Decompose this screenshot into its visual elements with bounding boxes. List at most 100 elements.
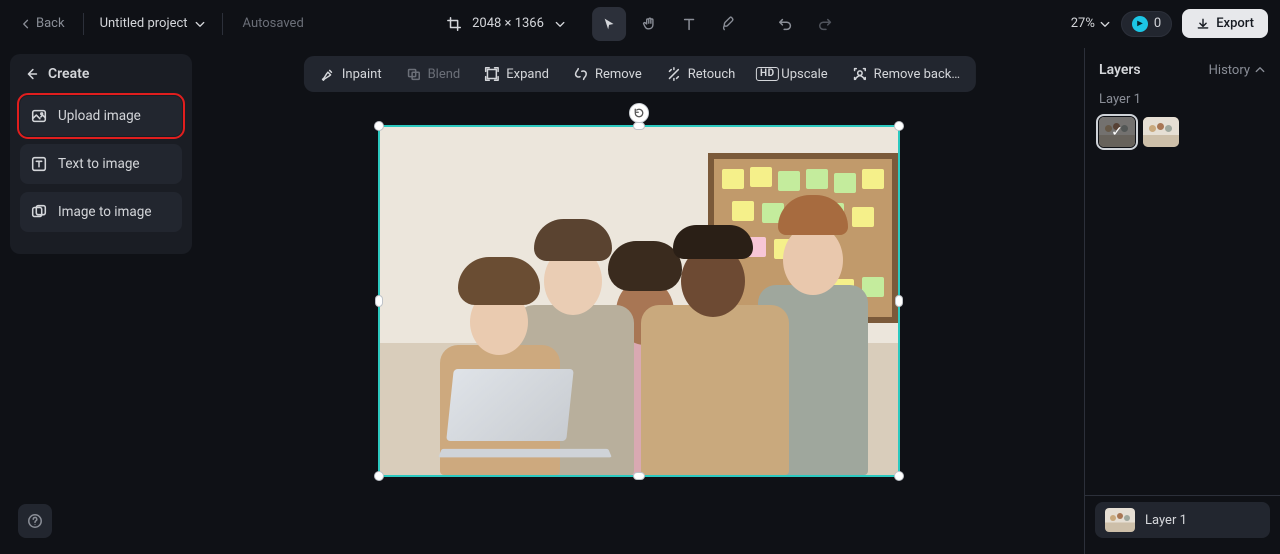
action-toolbar: Inpaint Blend Expand Remove Retouch HD U… (304, 56, 976, 92)
remove-bg-icon (852, 66, 868, 82)
resize-handle-sw[interactable] (374, 471, 384, 481)
variant-thumb-selected[interactable]: ✓ (1099, 117, 1135, 147)
redo-button[interactable] (808, 7, 842, 41)
undo-button[interactable] (768, 7, 802, 41)
topbar-center: 2048 × 1366 (438, 7, 842, 41)
resize-handle-n[interactable] (633, 122, 645, 130)
layers-title: Layers (1099, 62, 1141, 78)
action-remove[interactable]: Remove (563, 60, 652, 88)
redo-icon (817, 16, 833, 32)
create-sidebar: Create Upload image Text to image Image … (10, 54, 192, 254)
topbar-left: Back Untitled project Autosaved (12, 12, 304, 35)
image-to-image-icon (30, 203, 48, 221)
project-name-dropdown[interactable]: Untitled project (94, 12, 212, 35)
resize-handle-e[interactable] (895, 295, 903, 307)
topbar-right: 27% ▸ 0 Export (1071, 9, 1268, 38)
action-expand[interactable]: Expand (474, 60, 559, 88)
help-button[interactable] (18, 504, 52, 538)
action-inpaint[interactable]: Inpaint (310, 60, 392, 88)
chevron-down-icon (194, 18, 206, 30)
back-button[interactable]: Back (12, 12, 73, 35)
sidebar-item-label: Text to image (58, 156, 140, 172)
hand-tool[interactable] (632, 7, 666, 41)
sidebar-item-text-to-image[interactable]: Text to image (20, 144, 182, 184)
chevron-down-icon (1099, 18, 1111, 30)
undo-icon (777, 16, 793, 32)
download-icon (1196, 17, 1210, 31)
action-upscale[interactable]: HD Upscale (749, 60, 837, 88)
divider (83, 13, 84, 35)
check-icon: ✓ (1099, 117, 1135, 147)
rotate-icon (633, 107, 645, 119)
hand-icon (641, 16, 657, 32)
action-retouch[interactable]: Retouch (656, 60, 746, 88)
canvas-dimensions-dropdown[interactable]: 2048 × 1366 (438, 12, 574, 36)
sidebar-item-upload-image[interactable]: Upload image (20, 96, 182, 136)
layer-row[interactable]: Layer 1 (1095, 502, 1270, 538)
inpaint-icon (320, 66, 336, 82)
rotate-handle[interactable] (629, 103, 649, 123)
action-blend: Blend (396, 60, 471, 88)
history-toggle[interactable]: History (1209, 63, 1266, 78)
pointer-icon (601, 16, 617, 32)
tool-group (592, 7, 842, 41)
layers-panel: Layers History Layer 1 ✓ (1084, 48, 1280, 554)
remove-icon (573, 66, 589, 82)
sidebar-title: Create (24, 66, 182, 82)
zoom-dropdown[interactable]: 27% (1071, 16, 1111, 31)
layer-variants-row: ✓ (1085, 117, 1280, 147)
canvas-area[interactable] (200, 90, 1070, 554)
selected-image-frame[interactable] (378, 125, 900, 477)
resize-handle-nw[interactable] (374, 121, 384, 131)
chevron-left-icon (20, 18, 32, 30)
brush-icon (721, 16, 737, 32)
layers-panel-header: Layers History (1085, 48, 1280, 86)
sidebar-item-label: Image to image (58, 204, 151, 220)
current-layer-label: Layer 1 (1085, 86, 1280, 117)
export-button[interactable]: Export (1182, 9, 1268, 38)
help-icon (27, 513, 43, 529)
layer-row-label: Layer 1 (1145, 513, 1187, 528)
text-to-image-icon (30, 155, 48, 173)
action-label: Remove back… (874, 67, 960, 82)
sidebar-title-text: Create (48, 66, 89, 82)
action-remove-background[interactable]: Remove back… (842, 60, 970, 88)
canvas-image (380, 127, 898, 475)
topbar: Back Untitled project Autosaved 2048 × 1… (0, 0, 1280, 48)
credits-button[interactable]: ▸ 0 (1121, 11, 1172, 37)
brush-tool[interactable] (712, 7, 746, 41)
resize-handle-s[interactable] (633, 472, 645, 480)
sidebar-item-label: Upload image (58, 108, 141, 124)
layer-list: Layer 1 (1085, 495, 1280, 554)
divider (222, 13, 223, 35)
pointer-tool[interactable] (592, 7, 626, 41)
retouch-icon (666, 66, 682, 82)
action-label: Expand (506, 67, 549, 82)
chevron-down-icon (554, 18, 566, 30)
layer-thumbnail (1105, 508, 1135, 532)
back-label: Back (36, 16, 65, 31)
image-illustration (380, 127, 898, 475)
action-label: Upscale (781, 67, 827, 82)
blend-icon (406, 66, 422, 82)
sidebar-item-image-to-image[interactable]: Image to image (20, 192, 182, 232)
export-label: Export (1216, 16, 1254, 31)
action-label: Inpaint (342, 67, 382, 82)
project-name-text: Untitled project (100, 16, 188, 31)
laptop-illustration (440, 369, 610, 459)
autosaved-status: Autosaved (243, 16, 304, 31)
credits-icon: ▸ (1132, 16, 1148, 32)
action-label: Retouch (688, 67, 736, 82)
hd-icon: HD (759, 66, 775, 82)
chevron-up-icon (1254, 64, 1266, 76)
action-label: Blend (428, 67, 461, 82)
dimensions-text: 2048 × 1366 (472, 16, 544, 31)
variant-thumb[interactable] (1143, 117, 1179, 147)
zoom-text: 27% (1071, 16, 1095, 31)
resize-handle-se[interactable] (894, 471, 904, 481)
resize-handle-w[interactable] (375, 295, 383, 307)
text-tool[interactable] (672, 7, 706, 41)
resize-handle-ne[interactable] (894, 121, 904, 131)
expand-icon (484, 66, 500, 82)
history-label: History (1209, 63, 1250, 78)
